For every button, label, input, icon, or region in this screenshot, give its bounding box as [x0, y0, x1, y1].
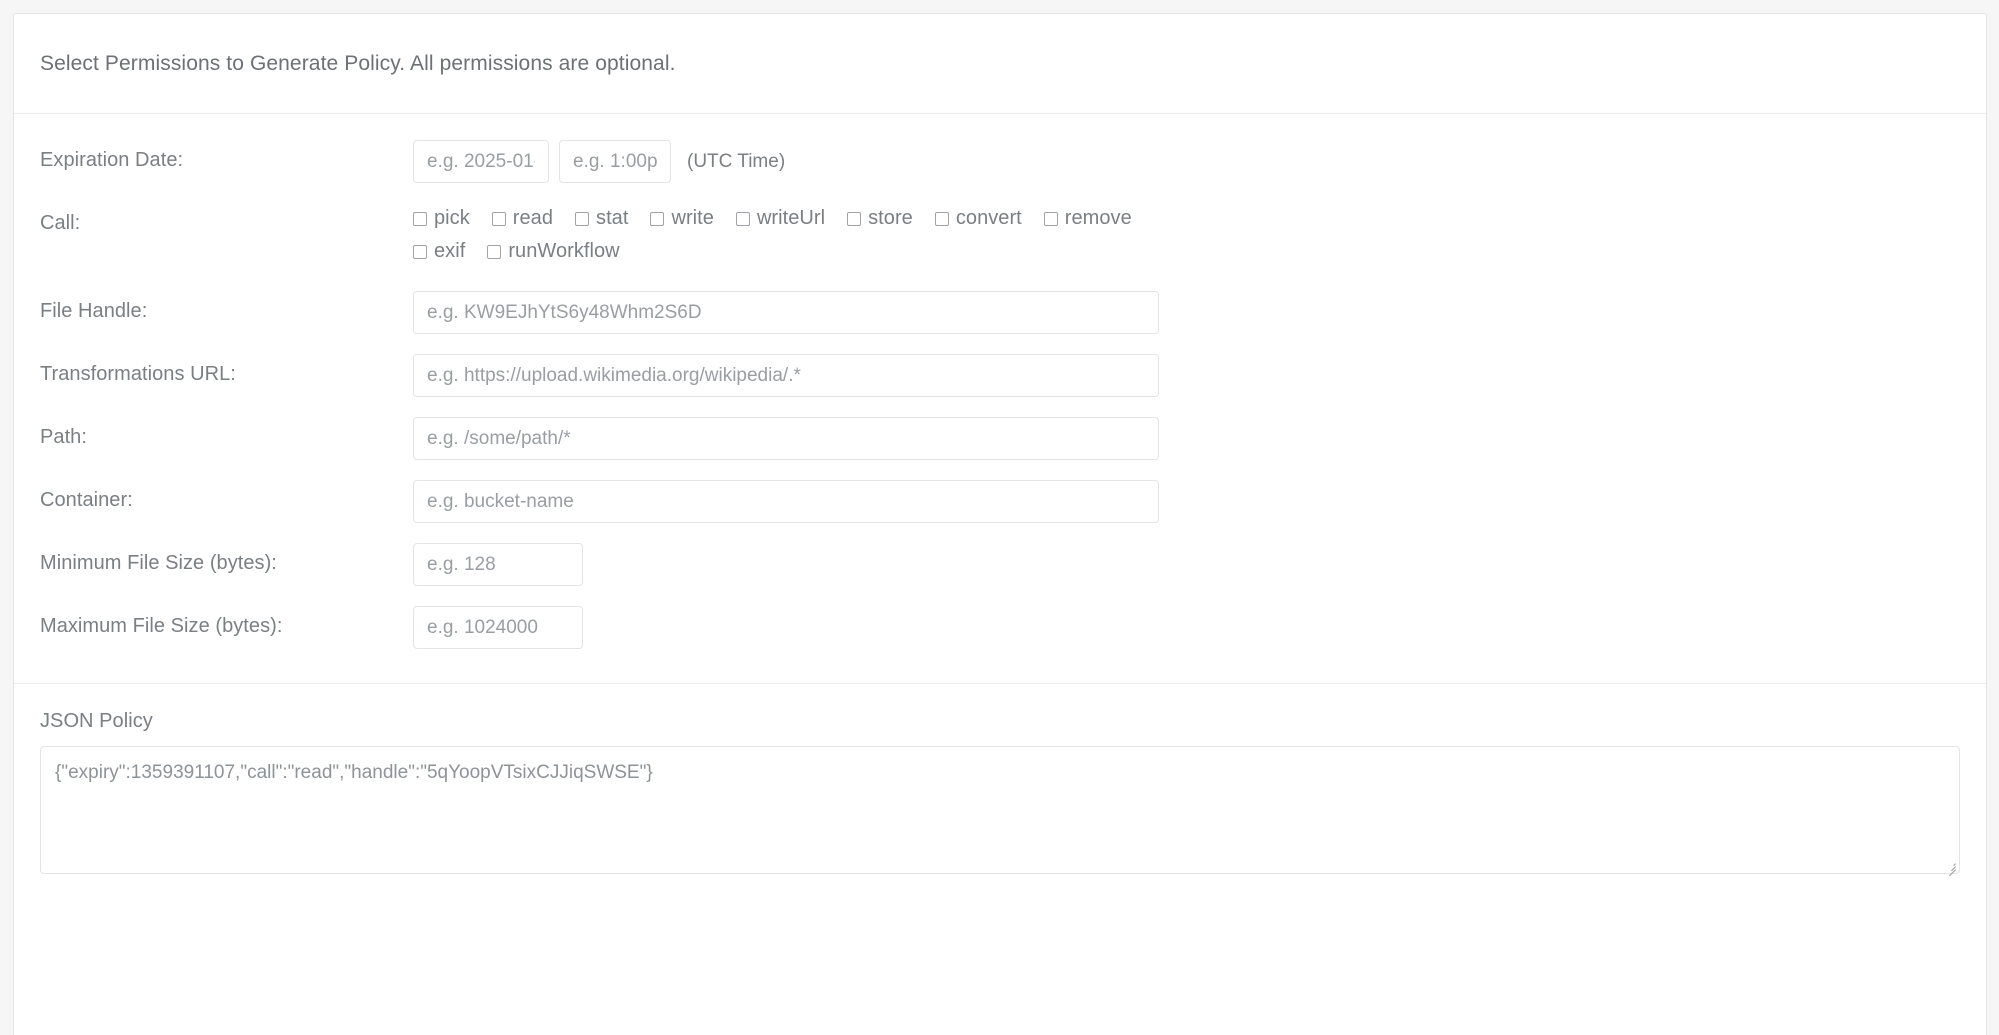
form-row-file-handle: File Handle: — [40, 291, 1960, 334]
call-checkbox-store[interactable]: store — [847, 205, 913, 232]
policy-generator-card: Select Permissions to Generate Policy. A… — [13, 13, 1987, 1035]
form-row-path: Path: — [40, 417, 1960, 460]
transformations-url-input[interactable] — [413, 354, 1159, 397]
expiration-date-input[interactable] — [413, 140, 549, 183]
call-checkbox-label: read — [512, 207, 554, 229]
call-checkbox-label: writeUrl — [756, 207, 826, 229]
min-file-size-input[interactable] — [413, 543, 583, 586]
call-checkbox-stat[interactable]: stat — [575, 205, 628, 232]
call-checkbox-remove[interactable]: remove — [1043, 205, 1132, 232]
permissions-form: Expiration Date: (UTC Time) Call: pick re… — [14, 114, 1986, 684]
card-header: Select Permissions to Generate Policy. A… — [14, 14, 1986, 114]
json-policy-textarea[interactable]: {"expiry":1359391107,"call":"read","hand… — [40, 746, 1960, 874]
file-handle-controls — [413, 291, 1960, 334]
max-file-size-input[interactable] — [413, 606, 583, 649]
container-controls — [413, 480, 1960, 523]
call-checkbox-read[interactable]: read — [491, 205, 554, 232]
checkbox-icon[interactable] — [847, 211, 862, 226]
call-checkbox-label: write — [671, 207, 714, 229]
call-controls: pick read stat write writeUrl store convert rem… — [413, 203, 1960, 271]
path-label: Path: — [40, 426, 87, 448]
max-file-size-controls — [413, 606, 1960, 649]
json-policy-section: JSON Policy {"expiry":1359391107,"call":… — [14, 684, 1986, 877]
expiration-date-controls: (UTC Time) — [413, 140, 1960, 183]
checkbox-icon[interactable] — [575, 211, 590, 226]
file-handle-label: File Handle: — [40, 300, 148, 322]
max-file-size-label: Maximum File Size (bytes): — [40, 615, 283, 637]
call-checkbox-label: convert — [955, 207, 1022, 229]
transformations-url-label: Transformations URL: — [40, 363, 236, 385]
container-input[interactable] — [413, 480, 1159, 523]
checkbox-icon[interactable] — [491, 211, 506, 226]
checkbox-icon[interactable] — [735, 211, 750, 226]
form-row-transformations-url: Transformations URL: — [40, 354, 1960, 397]
min-file-size-label: Minimum File Size (bytes): — [40, 552, 277, 574]
call-checkbox-label: store — [868, 207, 913, 229]
path-input[interactable] — [413, 417, 1159, 460]
form-row-max-file-size: Maximum File Size (bytes): — [40, 606, 1960, 649]
checkbox-icon[interactable] — [487, 244, 502, 259]
checkbox-icon[interactable] — [650, 211, 665, 226]
json-policy-label: JSON Policy — [40, 710, 153, 732]
checkbox-icon[interactable] — [934, 211, 949, 226]
json-policy-textarea-wrap: {"expiry":1359391107,"call":"read","hand… — [40, 746, 1960, 877]
call-checkbox-label: remove — [1064, 207, 1132, 229]
call-checkbox-write[interactable]: write — [650, 205, 714, 232]
checkbox-icon[interactable] — [413, 244, 427, 259]
utc-time-note: (UTC Time) — [687, 150, 786, 172]
path-controls — [413, 417, 1960, 460]
call-checkbox-group: pick read stat write writeUrl store convert rem… — [413, 203, 1223, 271]
policy-generator-page: Select Permissions to Generate Policy. A… — [0, 0, 1999, 1035]
expiration-time-input[interactable] — [559, 140, 671, 183]
form-row-expiration-date: Expiration Date: (UTC Time) — [40, 140, 1960, 183]
call-checkbox-label: stat — [596, 207, 629, 229]
container-label: Container: — [40, 489, 133, 511]
call-checkbox-exif[interactable]: exif — [413, 238, 465, 265]
form-row-min-file-size: Minimum File Size (bytes): — [40, 543, 1960, 586]
min-file-size-controls — [413, 543, 1960, 586]
call-checkbox-convert[interactable]: convert — [934, 205, 1022, 232]
file-handle-input[interactable] — [413, 291, 1159, 334]
checkbox-icon[interactable] — [1043, 211, 1058, 226]
transformations-url-controls — [413, 354, 1960, 397]
call-checkbox-label: runWorkflow — [508, 240, 620, 262]
expiration-date-label: Expiration Date: — [40, 149, 184, 171]
checkbox-icon[interactable] — [413, 211, 427, 226]
call-checkbox-pick[interactable]: pick — [413, 205, 470, 232]
call-checkbox-runworkflow[interactable]: runWorkflow — [487, 238, 620, 265]
form-row-container: Container: — [40, 480, 1960, 523]
instruction-text: Select Permissions to Generate Policy. A… — [40, 51, 676, 75]
call-checkbox-label: exif — [434, 240, 466, 262]
call-checkbox-label: pick — [434, 207, 470, 229]
call-checkbox-writeurl[interactable]: writeUrl — [735, 205, 826, 232]
form-row-call: Call: pick read stat write writeUrl store conv… — [40, 203, 1960, 271]
call-label: Call: — [40, 212, 81, 234]
